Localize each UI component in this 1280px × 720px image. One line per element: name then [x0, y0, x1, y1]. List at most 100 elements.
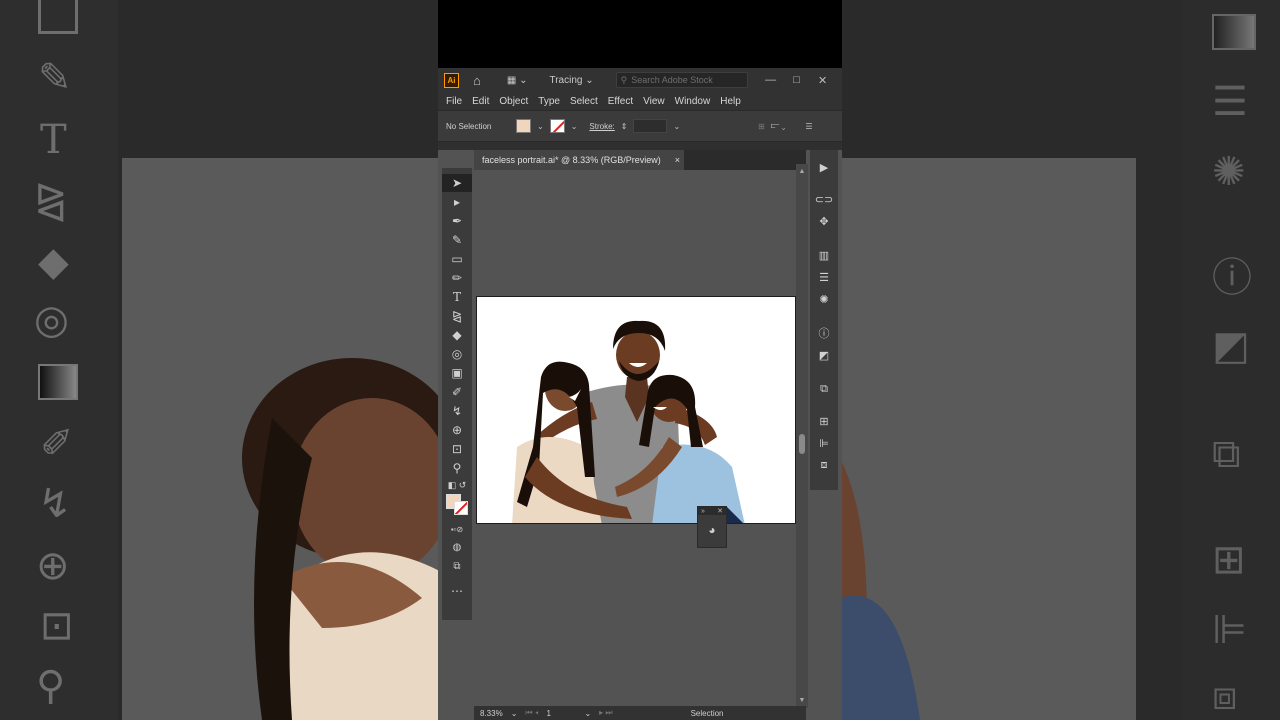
direct-selection-icon[interactable]: ▸ [442, 193, 472, 211]
stroke-label: Stroke: [589, 121, 615, 131]
shape-builder-icon[interactable]: ⊕ [442, 421, 472, 439]
bg-eraser-icon: ◆ [38, 240, 69, 284]
artboard-icon[interactable]: ⊡ [442, 440, 472, 458]
puppet-warp-icon[interactable]: ✥ [810, 212, 838, 230]
canvas-area[interactable]: » ✕ ◕ [474, 170, 802, 706]
document-tab[interactable]: faceless portrait.ai* @ 8.33% (RGB/Previ… [474, 150, 684, 170]
layers-icon[interactable]: ⧈ [810, 456, 838, 474]
zoom-icon[interactable]: ⚲ [442, 459, 472, 477]
background-art-right [840, 458, 920, 720]
scroll-down-icon[interactable]: ▼ [796, 697, 808, 704]
bg-pathfinder-icon: ⊞ [1212, 538, 1246, 582]
vertical-scrollbar[interactable]: ▲ ▼ [796, 164, 808, 708]
menu-effect[interactable]: Effect [608, 96, 633, 107]
stroke-dropdown-icon[interactable]: ⌄ [571, 122, 578, 131]
scroll-thumb[interactable] [799, 434, 805, 454]
bg-layers-icon: ⧈ [1212, 674, 1238, 718]
screen-mode-icon[interactable]: ⧉ [442, 557, 472, 575]
floating-image-trace-panel[interactable]: » ✕ ◕ [697, 506, 727, 548]
selection-status: No Selection [446, 121, 492, 131]
menu-bar: File Edit Object Type Select Effect View… [438, 92, 842, 110]
more-tools-icon[interactable]: ⋯ [442, 582, 472, 600]
align-icon[interactable]: ⊫ [810, 434, 838, 452]
curvature-icon[interactable]: ✎ [442, 231, 472, 249]
zoom-level[interactable]: 8.33% [480, 709, 503, 718]
artboard-nav-last-icon[interactable]: ▸ ⏭ [599, 708, 612, 718]
menu-object[interactable]: Object [499, 96, 528, 107]
bg-align-icon: ⊫ [1212, 608, 1247, 652]
artboard-number[interactable]: 1 [546, 709, 576, 718]
bg-pencil-icon: ✎ [38, 56, 72, 100]
letterbox-top [438, 0, 842, 68]
menu-window[interactable]: Window [675, 96, 711, 107]
home-icon[interactable]: ⌂ [473, 73, 481, 88]
menu-type[interactable]: Type [538, 96, 560, 107]
selection-tool-icon[interactable]: ➤ [442, 174, 472, 192]
stroke-stepper-icon[interactable]: ⇕ [621, 122, 628, 131]
artboard-nav-first-icon[interactable]: ⏮ ◂ [525, 708, 538, 718]
bg-eyedropper-icon: ✐ [40, 422, 74, 466]
stroke-weight-dropdown-icon[interactable]: ⌄ [673, 122, 680, 131]
transform-icon[interactable]: ⧉ [810, 380, 838, 398]
background-art-left [242, 358, 440, 720]
default-colors-icon[interactable]: ◧ ↺ [442, 476, 472, 494]
info-icon[interactable]: ⓘ [810, 324, 838, 342]
stroke-panel-icon[interactable]: ☰ [810, 268, 838, 286]
pathfinder-icon[interactable]: ⊞ [810, 412, 838, 430]
appearance-icon[interactable]: ✺ [810, 290, 838, 308]
lasso-icon[interactable]: ◎ [442, 345, 472, 363]
menu-view[interactable]: View [643, 96, 665, 107]
artboard[interactable] [476, 296, 796, 524]
stroke-weight-field[interactable] [633, 119, 668, 133]
menu-edit[interactable]: Edit [472, 96, 489, 107]
scroll-up-icon[interactable]: ▲ [796, 168, 808, 175]
maximize-icon[interactable]: □ [788, 74, 806, 86]
align-options-icon[interactable]: ⊞ [758, 122, 765, 131]
bg-artboard-icon: ⊡ [40, 604, 74, 648]
menu-select[interactable]: Select [570, 96, 598, 107]
background-canvas-left [122, 158, 440, 720]
bg-gradient-panel-icon [1212, 14, 1256, 50]
gradient-panel-icon[interactable]: ▥ [810, 246, 838, 264]
gradient-icon[interactable]: ▣ [442, 364, 472, 382]
eraser-icon[interactable]: ◆ [442, 326, 472, 344]
arrange-documents-icon[interactable]: ▦ ⌄ [507, 75, 528, 86]
rectangle-icon[interactable]: ▭ [442, 250, 472, 268]
image-trace-icon[interactable]: ◕ [698, 523, 726, 537]
workspace-switcher[interactable]: Tracing ⌄ [549, 75, 593, 86]
menu-file[interactable]: File [446, 96, 462, 107]
image-trace-panel-icon[interactable]: ◩ [810, 346, 838, 364]
bg-appearance-icon: ✺ [1212, 150, 1246, 194]
type-icon[interactable]: T [442, 288, 472, 306]
bg-image-trace-icon: ◩ [1212, 324, 1250, 368]
stock-search-input[interactable]: ⚲ Search Adobe Stock [615, 72, 748, 88]
bg-type-icon: T [40, 117, 67, 163]
eyedropper-icon[interactable]: ✐ [442, 383, 472, 401]
family-illustration [512, 320, 745, 523]
fill-dropdown-icon[interactable]: ⌄ [537, 122, 544, 131]
panel-menu-icon[interactable]: ☰ [805, 122, 812, 131]
fill-swatch[interactable] [516, 119, 531, 133]
blend-icon[interactable]: ↯ [442, 402, 472, 420]
background-left-blur: ✎ T ⧎ ◆ ◎ ✐ ↯ ⊕ ⊡ ⚲ [0, 0, 440, 720]
stroke-swatch[interactable] [549, 119, 565, 133]
floating-panel-collapse-icon[interactable]: » [701, 508, 705, 515]
pen-icon[interactable]: ✒ [442, 212, 472, 230]
floating-panel-close-icon[interactable]: ✕ [717, 507, 723, 515]
background-right-blur: ☰ ✺ ⓘ ◩ ⧉ ⊞ ⊫ ⧈ [840, 0, 1280, 720]
document-close-icon[interactable]: × [675, 155, 680, 165]
reflect-icon[interactable]: ⧎ [442, 307, 472, 325]
color-mode-icons[interactable]: ▪▫⊘ [442, 520, 472, 538]
artboard-dropdown-icon[interactable]: ⌄ [584, 709, 591, 718]
transform-options-icon[interactable]: ⫍ ⌄ [771, 121, 786, 131]
minimize-icon[interactable]: — [762, 74, 780, 86]
play-icon[interactable]: ▶ [810, 158, 838, 176]
close-icon[interactable]: ✕ [814, 74, 832, 87]
menu-help[interactable]: Help [720, 96, 741, 107]
zoom-dropdown-icon[interactable]: ⌄ [511, 709, 518, 718]
link-icon[interactable]: ⊂⊃ [810, 190, 838, 208]
pencil-icon[interactable]: ✏ [442, 269, 472, 287]
bg-rectangle-icon [38, 0, 78, 34]
draw-mode-icon[interactable]: ◍ [442, 538, 472, 556]
toolbar-stroke-swatch[interactable] [454, 501, 468, 515]
